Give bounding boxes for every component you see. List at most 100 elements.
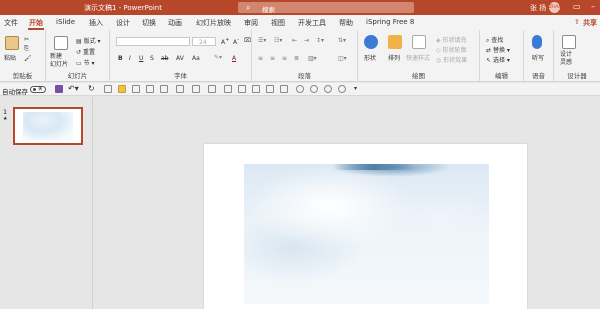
- tab-animations[interactable]: 动画: [168, 18, 182, 28]
- shrink-font-icon[interactable]: A-: [233, 37, 239, 46]
- paste-button[interactable]: 粘贴: [4, 53, 16, 62]
- slide-thumbnail[interactable]: [13, 107, 83, 145]
- redo-icon[interactable]: ↻: [88, 84, 95, 93]
- format-painter-icon[interactable]: 🖌: [24, 55, 32, 62]
- slide-canvas[interactable]: [94, 97, 600, 309]
- bullets-icon[interactable]: ☰▾: [258, 37, 266, 44]
- section-button[interactable]: ▭ 节 ▾: [76, 58, 95, 67]
- clear-format-icon[interactable]: ⌧: [244, 37, 251, 44]
- font-name-combo[interactable]: [116, 37, 190, 46]
- autosave-toggle[interactable]: 关: [30, 86, 46, 93]
- undo-icon[interactable]: ↶▾: [68, 84, 79, 93]
- shape-effects-button[interactable]: ◎ 形状效果: [436, 55, 467, 64]
- search-box[interactable]: ⌕ 搜索: [238, 2, 414, 14]
- tab-review[interactable]: 审阅: [244, 18, 258, 28]
- numbering-icon[interactable]: ☷▾: [274, 37, 282, 44]
- align-right-icon[interactable]: ≡: [282, 55, 287, 62]
- present-icon[interactable]: [104, 85, 112, 93]
- tab-slideshow[interactable]: 幻灯片放映: [196, 18, 231, 28]
- tab-file[interactable]: 文件: [4, 18, 18, 28]
- group-label-paragraph: 段落: [298, 72, 311, 80]
- columns-icon[interactable]: ▥▾: [308, 55, 317, 62]
- tab-design[interactable]: 设计: [116, 18, 130, 28]
- replace-button[interactable]: ⇄ 替换 ▾: [486, 45, 510, 54]
- underline-button[interactable]: U: [139, 55, 143, 62]
- strikethrough-button[interactable]: ab: [161, 55, 169, 62]
- italic-button[interactable]: I: [129, 55, 131, 62]
- find-button[interactable]: ⌕ 查找: [486, 35, 503, 45]
- current-slide[interactable]: [204, 144, 527, 309]
- design-ideas-button[interactable]: 设计 灵感: [560, 51, 572, 67]
- toolbar-icon-13[interactable]: [310, 85, 318, 93]
- toolbar-icon-1[interactable]: [132, 85, 140, 93]
- justify-icon[interactable]: ≣: [294, 55, 299, 62]
- char-spacing-button[interactable]: AV: [176, 55, 184, 62]
- bold-button[interactable]: B: [118, 55, 123, 62]
- find-label: 查找: [491, 37, 504, 44]
- smartart-icon[interactable]: ◫▾: [338, 55, 347, 62]
- avatar[interactable]: ZHAN: [549, 2, 562, 13]
- toolbar-icon-7[interactable]: [224, 85, 232, 93]
- shapes-button[interactable]: 形状: [364, 53, 376, 62]
- save-icon[interactable]: [55, 85, 63, 93]
- cloud-image[interactable]: [244, 164, 489, 304]
- group-editing: ⌕ 查找 ⇄ 替换 ▾ ↖ 选择 ▾ 编辑: [480, 30, 524, 82]
- design-ideas-icon: [562, 35, 576, 49]
- align-left-icon[interactable]: ≡: [258, 55, 263, 62]
- tab-home[interactable]: 开始: [29, 18, 43, 28]
- section-label: 节: [83, 60, 90, 67]
- reset-button[interactable]: ↺ 重置: [76, 47, 95, 56]
- toolbar-icon-6[interactable]: [208, 85, 216, 93]
- highlight-icon[interactable]: ✎▾: [214, 54, 222, 61]
- tab-transitions[interactable]: 切换: [142, 18, 156, 28]
- select-button[interactable]: ↖ 选择 ▾: [486, 55, 510, 64]
- tab-developer[interactable]: 开发工具: [298, 18, 326, 28]
- align-center-icon[interactable]: ≡: [270, 55, 275, 62]
- grow-font-icon[interactable]: A+: [221, 37, 229, 46]
- tab-islide[interactable]: iSlide: [56, 18, 75, 26]
- arrange-button[interactable]: 排列: [388, 53, 400, 62]
- toolbar-icon-14[interactable]: [324, 85, 332, 93]
- copy-icon[interactable]: ⎘: [24, 45, 29, 53]
- export-icon[interactable]: [118, 85, 126, 93]
- shape-fill-button[interactable]: ◈ 形状填充: [436, 35, 467, 44]
- layout-button[interactable]: ▤ 版式 ▾: [76, 36, 101, 45]
- line-spacing-icon[interactable]: ↕▾: [316, 37, 324, 44]
- tab-insert[interactable]: 插入: [89, 18, 103, 28]
- toolbar-icon-4[interactable]: [176, 85, 184, 93]
- ribbon-display-icon[interactable]: ▭: [573, 2, 581, 11]
- dictate-button[interactable]: 听写: [532, 53, 544, 62]
- ribbon-tabs: 文件 开始 iSlide 插入 设计 切换 动画 幻灯片放映 审阅 视图 开发工…: [0, 15, 600, 30]
- font-size-combo[interactable]: 24: [192, 37, 216, 46]
- group-label-slides: 幻灯片: [67, 72, 88, 80]
- shape-outline-button[interactable]: ◇ 形状轮廓: [436, 45, 467, 54]
- group-drawing: 形状 排列 快速样式 ◈ 形状填充 ◇ 形状轮廓 ◎ 形状效果 绘图: [358, 30, 480, 82]
- customize-toolbar-icon[interactable]: ▾: [354, 85, 357, 92]
- tab-help[interactable]: 帮助: [339, 18, 353, 28]
- new-slide-button[interactable]: 新建 幻灯片: [50, 53, 68, 69]
- toolbar-icon-10[interactable]: [266, 85, 274, 93]
- cut-icon[interactable]: ✂: [24, 36, 29, 43]
- increase-indent-icon[interactable]: ⇥: [304, 37, 309, 44]
- toolbar-icon-9[interactable]: [252, 85, 260, 93]
- toolbar-icon-8[interactable]: [238, 85, 246, 93]
- user-name[interactable]: 张 扬: [530, 3, 546, 13]
- minimize-icon[interactable]: –: [591, 2, 595, 11]
- toolbar-icon-5[interactable]: [192, 85, 200, 93]
- quick-styles-button[interactable]: 快速样式: [406, 53, 430, 62]
- decrease-indent-icon[interactable]: ⇤: [292, 37, 297, 44]
- toolbar-icon-2[interactable]: [146, 85, 154, 93]
- shadow-button[interactable]: S: [150, 55, 154, 62]
- toolbar-icon-15[interactable]: [338, 85, 346, 93]
- share-button[interactable]: 共享: [583, 18, 597, 28]
- change-case-button[interactable]: Aa: [192, 55, 200, 62]
- tab-ispring[interactable]: iSpring Free 8: [366, 18, 414, 26]
- group-paragraph: ☰▾ ☷▾ ⇤ ⇥ ↕▾ ⇅▾ ≡ ≡ ≡ ≣ ▥▾ ◫▾ 段落: [252, 30, 358, 82]
- tab-view[interactable]: 视图: [271, 18, 285, 28]
- toolbar-icon-12[interactable]: [296, 85, 304, 93]
- toolbar-icon-11[interactable]: [280, 85, 288, 93]
- toolbar-icon-3[interactable]: [160, 85, 168, 93]
- font-color-button[interactable]: A: [232, 55, 236, 62]
- text-direction-icon[interactable]: ⇅▾: [338, 37, 346, 44]
- select-label: 选择: [492, 57, 505, 64]
